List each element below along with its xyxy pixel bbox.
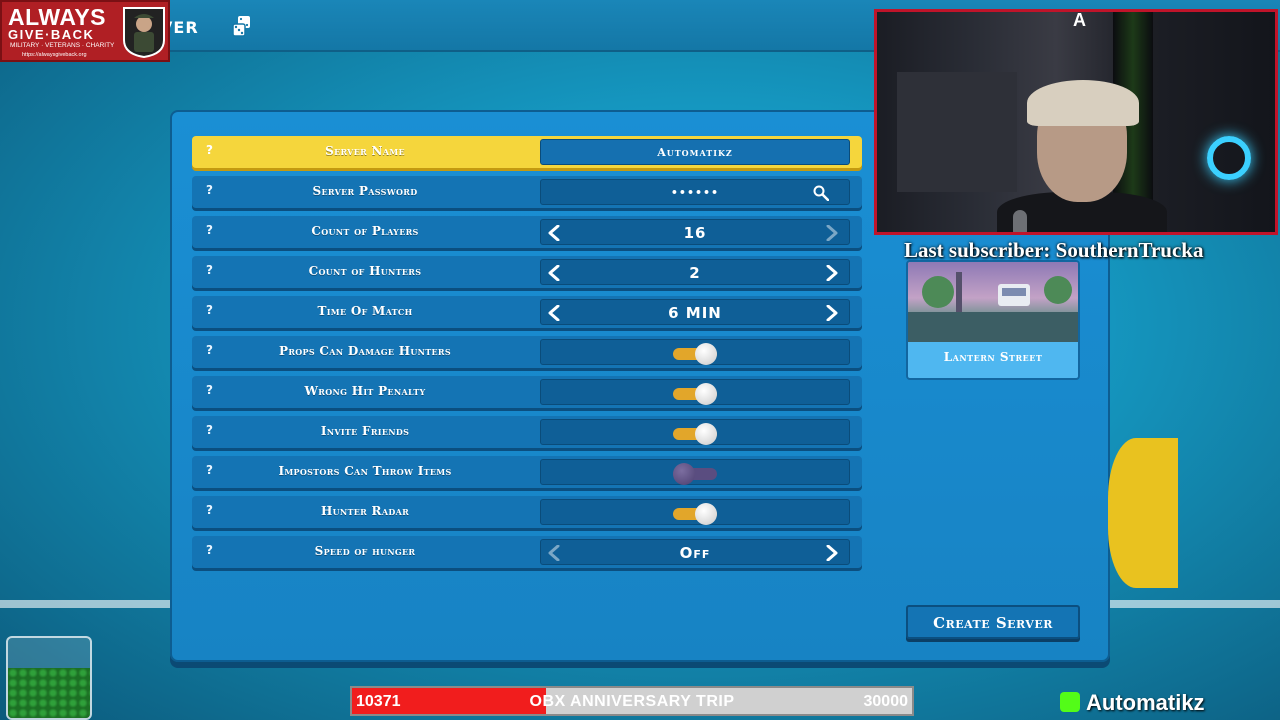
bean-jar xyxy=(6,636,92,720)
setting-label: Invite Friends xyxy=(320,424,410,438)
stepper-value: 2 xyxy=(689,264,701,282)
stepper[interactable]: 2 xyxy=(540,259,850,285)
webcam-shelf xyxy=(897,72,1017,192)
goal-name: OBX ANNIVERSARY TRIP xyxy=(529,693,735,710)
search-icon[interactable] xyxy=(813,185,829,201)
input-value: Automatikz xyxy=(657,146,733,159)
help-icon[interactable]: ? xyxy=(206,463,213,477)
setting-label: Count of Hunters xyxy=(308,264,422,278)
arrow-right-icon[interactable] xyxy=(825,544,839,562)
setting-row-invite-friends[interactable]: ? Invite Friends xyxy=(192,416,862,448)
help-icon[interactable]: ? xyxy=(206,183,213,197)
last-subscriber: Last subscriber: SouthernTrucka xyxy=(904,238,1204,262)
logo-line-4: https://alwaysgiveback.org xyxy=(22,52,87,58)
setting-row-impostors-can-throw-items[interactable]: ? Impostors Can Throw Items xyxy=(192,456,862,488)
setting-row-time-of-match[interactable]: ? Time Of Match 6 MIN xyxy=(192,296,862,328)
arrow-left-icon[interactable] xyxy=(547,304,561,322)
setting-row-server-password[interactable]: ? Server Password •••••• xyxy=(192,176,862,208)
toggle-container[interactable] xyxy=(540,499,850,525)
logo-line-2: GIVE·BACK xyxy=(8,27,95,42)
cam-logo: A xyxy=(1073,10,1086,30)
background-prop xyxy=(1108,438,1178,588)
help-icon[interactable]: ? xyxy=(206,143,213,157)
help-icon[interactable]: ? xyxy=(206,263,213,277)
toggle-container[interactable] xyxy=(540,339,850,365)
help-icon[interactable]: ? xyxy=(206,223,213,237)
stepper-value: 16 xyxy=(683,224,707,242)
arrow-left-icon[interactable] xyxy=(547,224,561,242)
toggle-knob[interactable] xyxy=(695,343,717,365)
webcam-microphone xyxy=(1013,210,1027,232)
setting-row-wrong-hit-penalty[interactable]: ? Wrong Hit Penalty xyxy=(192,376,862,408)
toggle-knob[interactable] xyxy=(673,463,695,485)
webcam-fan-ring xyxy=(1207,136,1251,180)
help-icon[interactable]: ? xyxy=(206,303,213,317)
setting-row-server-name[interactable]: ? Server Name Automatikz xyxy=(192,136,862,168)
arrow-right-icon[interactable] xyxy=(825,264,839,282)
help-icon[interactable]: ? xyxy=(206,423,213,437)
map-thumbnail xyxy=(908,262,1078,342)
server-password-input[interactable]: •••••• xyxy=(540,179,850,205)
webcam-person-cap xyxy=(1027,80,1139,126)
stepper-value: 6 MIN xyxy=(668,304,722,322)
setting-label: Props Can Damage Hunters xyxy=(279,344,451,358)
setting-label: Count of Players xyxy=(311,224,419,238)
toggle-container[interactable] xyxy=(540,419,850,445)
setting-label: Speed of hunger xyxy=(314,544,416,558)
arrow-right-icon[interactable] xyxy=(825,224,839,242)
setting-label: Impostors Can Throw Items xyxy=(278,464,452,478)
logo-line-3: MILITARY · VETERANS · CHARITY xyxy=(10,42,115,49)
setting-row-count-of-hunters[interactable]: ? Count of Hunters 2 xyxy=(192,256,862,288)
brand-name: Automatikz xyxy=(1086,690,1205,715)
setting-label: Server Password xyxy=(312,184,418,198)
setting-row-props-can-damage-hunters[interactable]: ? Props Can Damage Hunters xyxy=(192,336,862,368)
help-icon[interactable]: ? xyxy=(206,543,213,557)
setting-label: Hunter Radar xyxy=(320,504,410,518)
toggle-knob[interactable] xyxy=(695,383,717,405)
create-server-button[interactable]: Create Server xyxy=(906,605,1080,639)
toggle-switch[interactable] xyxy=(673,463,719,485)
stepper[interactable]: 6 MIN xyxy=(540,299,850,325)
arrow-left-icon[interactable] xyxy=(547,264,561,282)
map-card[interactable]: Lantern Street xyxy=(906,260,1080,380)
toggle-switch[interactable] xyxy=(673,503,719,525)
help-icon[interactable]: ? xyxy=(206,503,213,517)
dice-icon[interactable] xyxy=(232,14,252,38)
streamer-brand: Automatikz xyxy=(1060,690,1205,716)
toggle-knob[interactable] xyxy=(695,503,717,525)
goal-target: 30000 xyxy=(863,693,909,710)
setting-label: Server Name xyxy=(325,144,405,158)
stepper[interactable]: 16 xyxy=(540,219,850,245)
floor-stripe-left xyxy=(0,600,170,608)
input-value: •••••• xyxy=(670,186,720,199)
charity-logo: ALWAYS GIVE·BACK MILITARY · VETERANS · C… xyxy=(0,0,170,62)
help-icon[interactable]: ? xyxy=(206,343,213,357)
toggle-container[interactable] xyxy=(540,379,850,405)
kick-icon xyxy=(1060,692,1080,712)
toggle-container[interactable] xyxy=(540,459,850,485)
soldier-badge-icon xyxy=(123,7,165,58)
arrow-right-icon[interactable] xyxy=(825,304,839,322)
setting-label: Time Of Match xyxy=(317,304,413,318)
setting-row-hunter-radar[interactable]: ? Hunter Radar xyxy=(192,496,862,528)
setting-label: Wrong Hit Penalty xyxy=(304,384,426,398)
stepper-value: Off xyxy=(679,544,711,562)
stepper[interactable]: Off xyxy=(540,539,850,565)
floor-stripe-right xyxy=(1110,600,1280,608)
toggle-switch[interactable] xyxy=(673,383,719,405)
map-name: Lantern Street xyxy=(943,350,1043,364)
toggle-knob[interactable] xyxy=(695,423,717,445)
help-icon[interactable]: ? xyxy=(206,383,213,397)
setting-row-speed-of-hunger[interactable]: ? Speed of hunger Off xyxy=(192,536,862,568)
webcam-overlay: A xyxy=(874,9,1278,235)
donation-goal-bar: 10371 OBX ANNIVERSARY TRIP 30000 xyxy=(350,686,914,716)
setting-row-count-of-players[interactable]: ? Count of Players 16 xyxy=(192,216,862,248)
jar-beans xyxy=(8,668,90,718)
server-name-input[interactable]: Automatikz xyxy=(540,139,850,165)
toggle-switch[interactable] xyxy=(673,343,719,365)
arrow-left-icon[interactable] xyxy=(547,544,561,562)
toggle-switch[interactable] xyxy=(673,423,719,445)
